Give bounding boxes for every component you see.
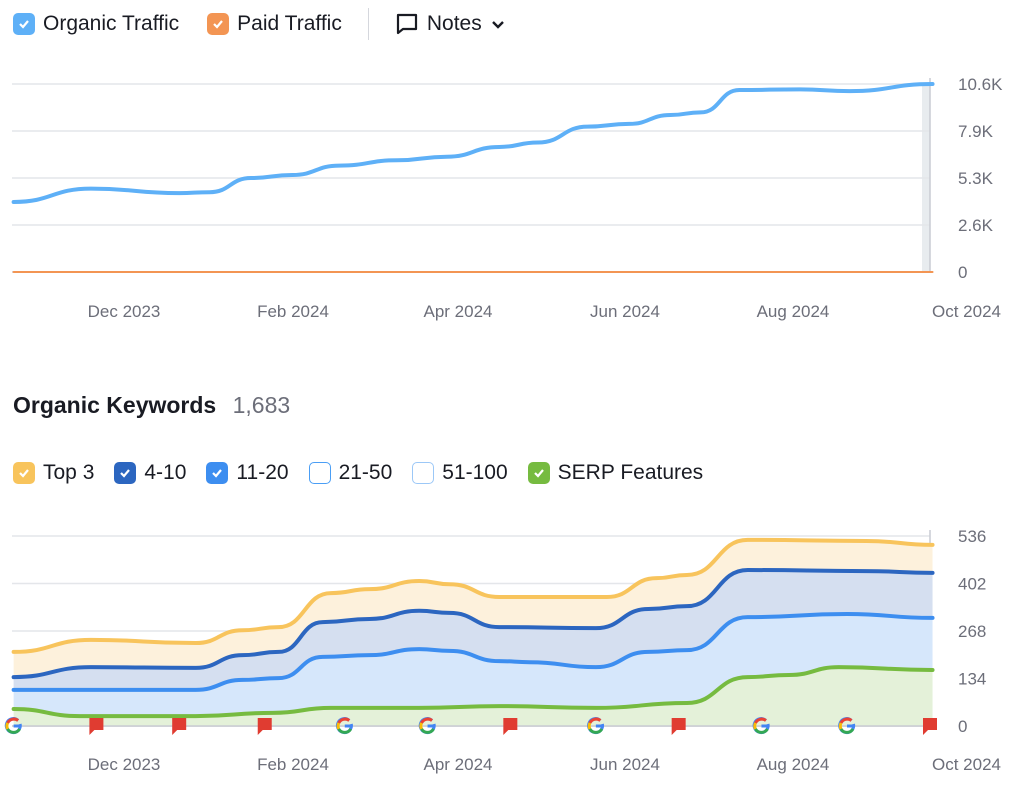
y-tick-label: 5.3K bbox=[958, 169, 994, 188]
x-tick-label: Jun 2024 bbox=[590, 302, 660, 321]
charts: 0 2.6K 5.3K 7.9K 10.6K Dec 2023 Feb 2024 Apr 20… bbox=[4, 75, 1003, 774]
google-arc bbox=[336, 722, 341, 730]
google-arc bbox=[839, 728, 855, 734]
google-arc bbox=[587, 722, 592, 730]
google-arc bbox=[337, 728, 353, 734]
x-tick-label: Oct 2024 bbox=[932, 302, 1001, 321]
series-line-organic-traffic bbox=[11, 82, 935, 204]
y-tick-label: 268 bbox=[958, 622, 986, 641]
y-tick-label: 7.9K bbox=[958, 122, 994, 141]
x-tick-label: Aug 2024 bbox=[757, 755, 830, 774]
y-tick-label: 0 bbox=[958, 263, 967, 282]
note-flag-icon bbox=[89, 718, 104, 735]
x-tick-label: Aug 2024 bbox=[757, 302, 830, 321]
x-tick-label: Feb 2024 bbox=[257, 755, 329, 774]
google-arc bbox=[588, 728, 604, 734]
y-tick-label: 536 bbox=[958, 527, 986, 546]
y-tick-label: 402 bbox=[958, 575, 986, 594]
x-tick-label: Jun 2024 bbox=[590, 755, 660, 774]
google-arc bbox=[838, 722, 843, 730]
x-tick-label: Dec 2023 bbox=[88, 755, 161, 774]
x-tick-label: Feb 2024 bbox=[257, 302, 329, 321]
x-tick-label: Apr 2024 bbox=[424, 302, 493, 321]
y-tick-label: 10.6K bbox=[958, 75, 1003, 94]
x-tick-label: Apr 2024 bbox=[424, 755, 493, 774]
note-flag-icon bbox=[257, 718, 272, 735]
google-arc bbox=[420, 728, 435, 734]
google-arc bbox=[419, 722, 423, 730]
note-flag-icon bbox=[503, 718, 518, 735]
google-arc bbox=[753, 722, 757, 730]
note-flag-icon bbox=[671, 718, 686, 735]
y-tick-label: 2.6K bbox=[958, 216, 994, 235]
x-tick-label: Oct 2024 bbox=[932, 755, 1001, 774]
google-arc bbox=[754, 728, 769, 734]
note-flag-icon bbox=[172, 718, 187, 735]
x-tick-label: Dec 2023 bbox=[88, 302, 161, 321]
y-tick-label: 0 bbox=[958, 717, 967, 736]
google-arc bbox=[6, 728, 21, 734]
note-flag-icon bbox=[923, 718, 937, 735]
google-arc bbox=[5, 722, 10, 730]
y-tick-label: 134 bbox=[958, 670, 986, 689]
